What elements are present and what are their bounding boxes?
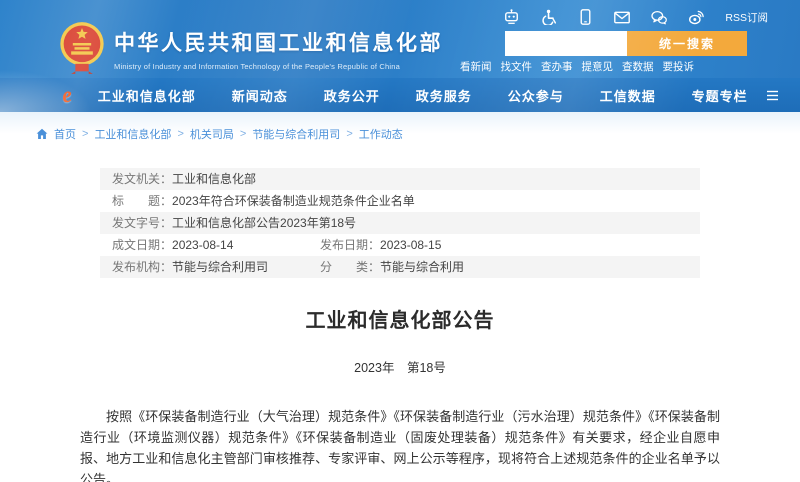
breadcrumb-separator: > bbox=[177, 128, 183, 140]
body-paragraph: 按照《环保装备制造行业（大气治理）规范条件》《环保装备制造行业（污水治理）规范条… bbox=[80, 406, 720, 482]
meta-value: 2023年符合环保装备制造业规范条件企业名单 bbox=[172, 190, 415, 212]
nav-item-news[interactable]: 新闻动态 bbox=[232, 86, 288, 105]
breadcrumb-separator: > bbox=[82, 128, 88, 140]
search-button[interactable]: 统一搜索 bbox=[627, 31, 747, 56]
robot-icon[interactable] bbox=[503, 9, 519, 25]
quick-links-row: 看新闻 找文件 查办事 提意见 查数据 要投诉 bbox=[460, 59, 694, 74]
breadcrumb: 首页 > 工业和信息化部 > 机关司局 > 节能与综合利用司 > 工作动态 bbox=[36, 126, 800, 142]
nav-item-ministry[interactable]: 工业和信息化部 bbox=[98, 86, 196, 105]
wechat-icon[interactable] bbox=[651, 9, 667, 25]
site-subtitle: Ministry of Industry and Information Tec… bbox=[114, 62, 443, 71]
meta-label: 发文字号： bbox=[112, 212, 172, 234]
site-banner: 中华人民共和国工业和信息化部 Ministry of Industry and … bbox=[0, 0, 800, 78]
content-area: 首页 > 工业和信息化部 > 机关司局 > 节能与综合利用司 > 工作动态 发文… bbox=[0, 112, 800, 482]
document-meta-table: 发文机关： 工业和信息化部 标 题： 2023年符合环保装备制造业规范条件企业名… bbox=[100, 168, 700, 278]
breadcrumb-ministry[interactable]: 工业和信息化部 bbox=[94, 126, 171, 142]
meta-row-doc-number: 发文字号： 工业和信息化部公告2023年第18号 bbox=[100, 212, 700, 234]
nav-item-data[interactable]: 工信数据 bbox=[600, 86, 656, 105]
meta-value: 2023-08-14 bbox=[172, 234, 233, 256]
meta-row-publisher-category: 发布机构： 节能与综合利用司 分 类： 节能与综合利用 bbox=[100, 256, 700, 278]
search-bar: 统一搜索 bbox=[505, 31, 747, 56]
nav-item-gov-open[interactable]: 政务公开 bbox=[324, 86, 380, 105]
document-title: 工业和信息化部公告 bbox=[0, 304, 800, 333]
site-title-block: 中华人民共和国工业和信息化部 Ministry of Industry and … bbox=[114, 27, 443, 71]
meta-label: 标 题： bbox=[112, 190, 172, 212]
breadcrumb-separator: > bbox=[346, 128, 352, 140]
e-gov-logo[interactable]: e bbox=[61, 83, 74, 106]
document-number: 2023年 第18号 bbox=[0, 357, 800, 376]
nav-item-participation[interactable]: 公众参与 bbox=[508, 86, 564, 105]
breadcrumb-work-updates[interactable]: 工作动态 bbox=[359, 126, 403, 142]
site-title: 中华人民共和国工业和信息化部 bbox=[114, 27, 443, 57]
meta-label: 发布日期： bbox=[320, 234, 380, 256]
main-nav: e 工业和信息化部 新闻动态 政务公开 政务服务 公众参与 工信数据 专题专栏 bbox=[0, 78, 800, 112]
meta-label: 成文日期： bbox=[112, 234, 172, 256]
mail-icon[interactable] bbox=[614, 9, 630, 25]
nav-item-gov-service[interactable]: 政务服务 bbox=[416, 86, 472, 105]
page: 中华人民共和国工业和信息化部 Ministry of Industry and … bbox=[0, 0, 800, 482]
meta-row-title: 标 题： 2023年符合环保装备制造业规范条件企业名单 bbox=[100, 190, 700, 212]
quick-link-services[interactable]: 查办事 bbox=[541, 59, 573, 74]
quick-link-files[interactable]: 找文件 bbox=[501, 59, 533, 74]
meta-row-dates: 成文日期： 2023-08-14 发布日期： 2023-08-15 bbox=[100, 234, 700, 256]
meta-label: 发布机构： bbox=[112, 256, 172, 278]
mobile-icon[interactable] bbox=[577, 9, 593, 25]
menu-icon[interactable] bbox=[766, 90, 779, 101]
meta-value: 节能与综合利用 bbox=[380, 256, 464, 278]
meta-row-issuing-agency: 发文机关： 工业和信息化部 bbox=[100, 168, 700, 190]
meta-value: 工业和信息化部公告2023年第18号 bbox=[172, 212, 356, 234]
rss-subscribe-link[interactable]: RSS订阅 bbox=[725, 10, 768, 25]
national-emblem-icon bbox=[57, 20, 107, 76]
quick-link-data[interactable]: 查数据 bbox=[622, 59, 654, 74]
nav-items: 工业和信息化部 新闻动态 政务公开 政务服务 公众参与 工信数据 专题专栏 bbox=[98, 86, 748, 105]
meta-value: 2023-08-15 bbox=[380, 234, 441, 256]
breadcrumb-energy-dept[interactable]: 节能与综合利用司 bbox=[252, 126, 340, 142]
home-icon[interactable] bbox=[36, 128, 48, 140]
breadcrumb-separator: > bbox=[240, 128, 246, 140]
accessibility-icon[interactable] bbox=[540, 9, 556, 25]
search-input[interactable] bbox=[505, 31, 627, 56]
breadcrumb-home[interactable]: 首页 bbox=[54, 126, 76, 142]
meta-value: 工业和信息化部 bbox=[172, 168, 256, 190]
utility-icon-row: RSS订阅 bbox=[503, 9, 768, 25]
meta-value: 节能与综合利用司 bbox=[172, 256, 268, 278]
nav-item-topics[interactable]: 专题专栏 bbox=[692, 86, 748, 105]
weibo-icon[interactable] bbox=[688, 9, 704, 25]
document-body: 按照《环保装备制造行业（大气治理）规范条件》《环保装备制造行业（污水治理）规范条… bbox=[80, 406, 720, 482]
meta-label: 发文机关： bbox=[112, 168, 172, 190]
quick-link-complaints[interactable]: 要投诉 bbox=[663, 59, 695, 74]
meta-label: 分 类： bbox=[320, 256, 380, 278]
quick-link-opinions[interactable]: 提意见 bbox=[582, 59, 614, 74]
quick-link-news[interactable]: 看新闻 bbox=[460, 59, 492, 74]
site-header: 中华人民共和国工业和信息化部 Ministry of Industry and … bbox=[0, 0, 800, 112]
breadcrumb-departments[interactable]: 机关司局 bbox=[190, 126, 234, 142]
